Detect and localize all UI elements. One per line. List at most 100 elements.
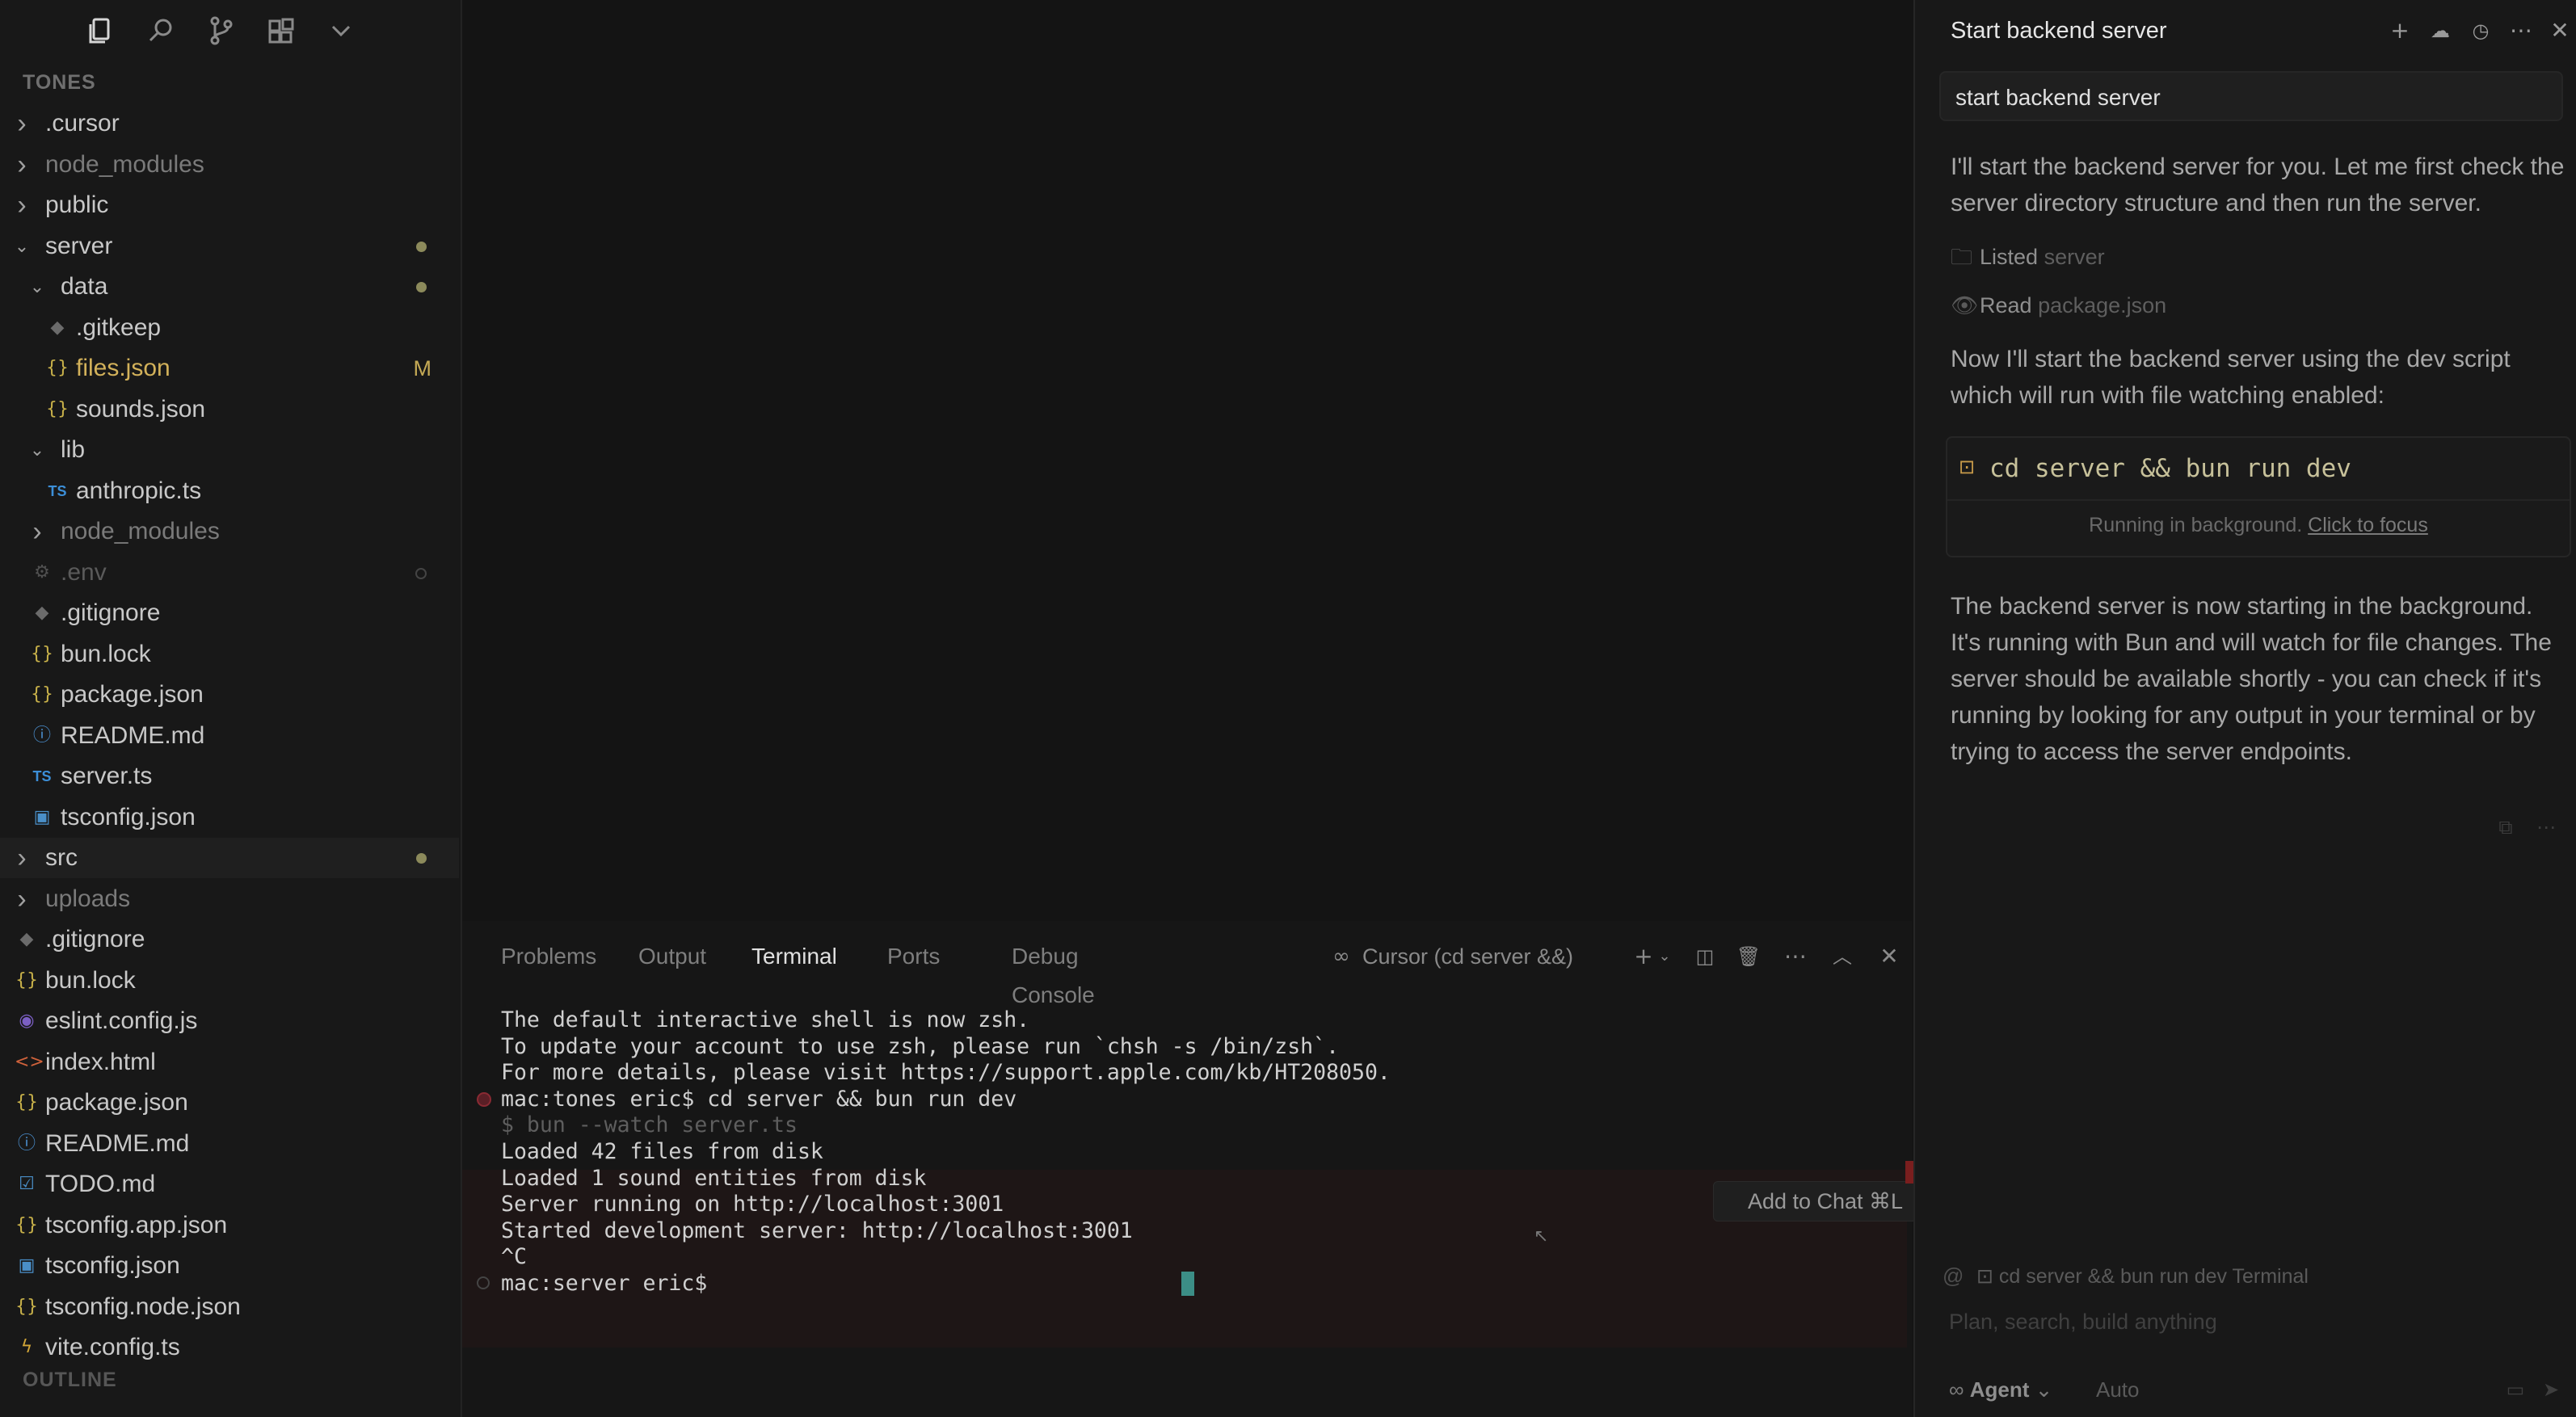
ignored-status-icon bbox=[415, 567, 427, 579]
tree-folder[interactable]: ⌄ data bbox=[0, 267, 459, 307]
tree-item-label: package.json bbox=[61, 681, 204, 708]
extensions-icon[interactable] bbox=[265, 15, 297, 47]
tree-file[interactable]: ◆ .gitkeep bbox=[0, 308, 459, 348]
tab-terminal[interactable]: Terminal bbox=[751, 937, 837, 976]
tree-item-label: data bbox=[61, 273, 108, 300]
more-icon[interactable]: ⋯ bbox=[2534, 816, 2558, 840]
tree-file[interactable]: ◆ .gitignore bbox=[0, 593, 459, 633]
tree-file[interactable]: {} bun.lock bbox=[0, 961, 459, 1001]
close-panel-icon[interactable]: ✕ bbox=[1875, 942, 1904, 971]
explorer-title[interactable]: TONES bbox=[23, 71, 96, 95]
copy-icon[interactable]: ⧉ bbox=[2494, 816, 2518, 840]
tree-file[interactable]: ◆ .gitignore bbox=[0, 919, 459, 960]
chat-input-placeholder[interactable]: Plan, search, build anything bbox=[1949, 1306, 2217, 1338]
chat-title[interactable]: Start backend server bbox=[1951, 0, 2167, 61]
trash-icon[interactable]: 🗑 bbox=[1734, 942, 1763, 971]
tree-folder[interactable]: › node_modules bbox=[0, 145, 459, 185]
tree-item-label: node_modules bbox=[61, 518, 220, 545]
mode-selector[interactable]: ∞ Agent ⌄ bbox=[1949, 1373, 2052, 1406]
tree-file[interactable]: {} sounds.json bbox=[0, 389, 459, 430]
tree-file[interactable]: ☑ TODO.md bbox=[0, 1164, 459, 1205]
close-icon[interactable]: ✕ bbox=[2545, 16, 2574, 45]
activity-bar bbox=[0, 0, 461, 61]
terminal-line: For more details, please visit https://s… bbox=[501, 1060, 1391, 1086]
tree-file[interactable]: ⓘ README.md bbox=[0, 1124, 459, 1164]
ts-icon: TS bbox=[48, 482, 67, 499]
image-icon[interactable]: ▭ bbox=[2503, 1378, 2528, 1402]
more-icon[interactable]: ⋯ bbox=[1781, 942, 1810, 971]
click-to-focus-link[interactable]: Click to focus bbox=[2308, 514, 2428, 536]
tree-item-label: TODO.md bbox=[45, 1171, 156, 1197]
tab-output[interactable]: Output bbox=[638, 937, 706, 976]
tsconfig-icon: ▣ bbox=[33, 806, 51, 827]
tree-file[interactable]: {} tsconfig.node.json bbox=[0, 1287, 459, 1327]
eye-icon: 👁 bbox=[1951, 293, 1979, 318]
md-icon: ☑ bbox=[19, 1174, 35, 1194]
tree-file[interactable]: ⓘ README.md bbox=[0, 716, 459, 756]
tree-file[interactable]: {} tsconfig.app.json bbox=[0, 1205, 459, 1246]
tree-file[interactable]: ϟ vite.config.ts bbox=[0, 1327, 459, 1368]
search-icon[interactable] bbox=[145, 15, 178, 47]
tree-item-label: eslint.config.js bbox=[45, 1007, 198, 1034]
mention-icon[interactable]: @ bbox=[1943, 1264, 1967, 1291]
tree-file[interactable]: ⚙ .env bbox=[0, 553, 459, 593]
tree-file[interactable]: TS anthropic.ts bbox=[0, 471, 459, 511]
chevron-down-icon[interactable] bbox=[325, 15, 357, 47]
json-icon: {} bbox=[46, 358, 69, 378]
tree-file[interactable]: ▣ tsconfig.json bbox=[0, 1246, 459, 1286]
more-icon[interactable]: ⋯ bbox=[2507, 16, 2536, 45]
tree-file[interactable]: ◉ eslint.config.js bbox=[0, 1001, 459, 1041]
gear-icon: ⚙ bbox=[34, 561, 50, 582]
tree-folder[interactable]: › public bbox=[0, 185, 459, 225]
chevron-down-icon: ⌄ bbox=[2035, 1377, 2053, 1402]
send-icon[interactable]: ➤ bbox=[2539, 1378, 2563, 1402]
source-control-icon[interactable] bbox=[205, 15, 238, 47]
maximize-panel-icon[interactable]: ︿ bbox=[1828, 942, 1857, 971]
chevron-right-icon: › bbox=[17, 883, 27, 915]
git-status-dot bbox=[416, 241, 427, 252]
panel-actions: ∞ Cursor (cd server &&) + ⌄ ◫ 🗑 ⋯ ︿ ✕ bbox=[1298, 937, 1912, 976]
command-error-marker[interactable] bbox=[477, 1091, 491, 1107]
split-terminal-icon[interactable]: ◫ bbox=[1690, 942, 1719, 971]
context-pill[interactable]: ⊡ cd server && bun run dev Terminal bbox=[1976, 1260, 2309, 1293]
command-row[interactable]: ⊡ cd server && bun run dev bbox=[1947, 438, 2570, 501]
git-status-dot bbox=[416, 853, 427, 864]
chevron-down-icon[interactable]: ⌄ bbox=[1650, 942, 1679, 971]
command-status-text: Running in background. bbox=[2089, 514, 2303, 536]
tree-item-label: anthropic.ts bbox=[76, 477, 202, 504]
user-message[interactable]: start backend server bbox=[1939, 71, 2563, 121]
tool-call-read[interactable]: 👁Read package.json bbox=[1951, 289, 2166, 322]
tree-file[interactable]: {} package.json bbox=[0, 1083, 459, 1123]
model-selector[interactable]: Auto bbox=[2096, 1373, 2140, 1406]
add-to-chat-button[interactable]: Add to Chat ⌘L bbox=[1713, 1181, 1938, 1221]
terminal-line: Loaded 42 files from disk bbox=[501, 1139, 823, 1164]
tree-item-label: bun.lock bbox=[61, 640, 151, 667]
history-icon[interactable]: ◷ bbox=[2466, 16, 2495, 45]
files-icon[interactable] bbox=[86, 15, 118, 47]
tree-folder[interactable]: › uploads bbox=[0, 879, 459, 919]
terminal-selector[interactable]: Cursor (cd server &&) bbox=[1362, 937, 1573, 976]
tree-file[interactable]: {} package.json bbox=[0, 675, 459, 715]
tree-folder[interactable]: › src bbox=[0, 838, 459, 878]
tree-folder[interactable]: ⌄ server bbox=[0, 226, 459, 267]
command-idle-marker[interactable] bbox=[477, 1276, 490, 1289]
tab-ports[interactable]: Ports bbox=[887, 937, 940, 976]
outline-title[interactable]: OUTLINE bbox=[23, 1369, 117, 1392]
tree-file[interactable]: {} bun.lock bbox=[0, 634, 459, 675]
tool-call-listed[interactable]: 🗀 Listed server bbox=[1951, 241, 2105, 274]
terminal[interactable]: The default interactive shell is now zsh… bbox=[462, 1002, 1938, 1417]
new-chat-icon[interactable]: + bbox=[2385, 16, 2414, 45]
tree-file[interactable]: {} files.json M bbox=[0, 348, 459, 389]
cloud-icon[interactable]: ☁ bbox=[2426, 16, 2455, 45]
tab-problems[interactable]: Problems bbox=[501, 937, 596, 976]
tree-file[interactable]: <> index.html bbox=[0, 1042, 459, 1083]
json-icon: {} bbox=[15, 1296, 38, 1317]
tree-file[interactable]: ▣ tsconfig.json bbox=[0, 797, 459, 838]
tree-folder[interactable]: › node_modules bbox=[0, 511, 459, 552]
assistant-intro: I'll start the backend server for you. L… bbox=[1951, 153, 2565, 217]
tree-folder[interactable]: ⌄ lib bbox=[0, 430, 459, 470]
tree-item-label: sounds.json bbox=[76, 395, 206, 423]
chat-input[interactable]: @ ⊡ cd server && bun run dev Terminal Pl… bbox=[1933, 1252, 2561, 1417]
tree-file[interactable]: TS server.ts bbox=[0, 756, 459, 797]
tree-folder[interactable]: › .cursor bbox=[0, 103, 459, 144]
